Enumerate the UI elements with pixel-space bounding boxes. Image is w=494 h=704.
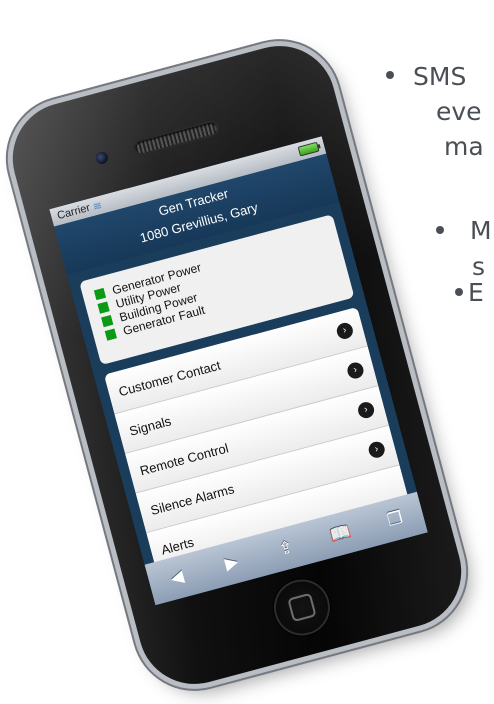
bookmarks-icon[interactable]: 📖 bbox=[324, 520, 358, 547]
bullet-1-line-3: ma bbox=[444, 132, 484, 161]
speaker-grille bbox=[134, 121, 219, 155]
back-arrow-icon[interactable]: ◀ bbox=[160, 564, 194, 591]
home-square-icon bbox=[287, 592, 317, 623]
status-led-icon bbox=[101, 314, 114, 328]
bullet-dot bbox=[436, 226, 444, 234]
forward-arrow-icon[interactable]: ▶ bbox=[215, 550, 249, 577]
bullet-dot bbox=[386, 71, 394, 79]
status-led-icon bbox=[104, 328, 117, 341]
bullet-2-line-2: s bbox=[472, 252, 486, 281]
chevron-right-icon: › bbox=[366, 439, 387, 460]
home-button[interactable] bbox=[267, 573, 337, 642]
chevron-right-icon: › bbox=[345, 360, 366, 381]
bullet-2-line-1: M bbox=[470, 216, 492, 245]
share-icon[interactable]: ⇪ bbox=[269, 535, 303, 562]
menu-item-label: Signals bbox=[127, 412, 173, 439]
bullet-dot bbox=[455, 288, 463, 296]
tabs-icon[interactable]: ❐ bbox=[378, 506, 412, 533]
wifi-icon: ≋ bbox=[91, 199, 104, 214]
battery-icon bbox=[297, 141, 320, 157]
chevron-right-icon: › bbox=[356, 400, 376, 420]
bullet-1-line-2: eve bbox=[436, 97, 482, 126]
chevron-right-icon: › bbox=[335, 321, 355, 341]
status-led-icon bbox=[97, 301, 110, 314]
status-led-icon bbox=[93, 287, 107, 301]
bullet-1-line-1: SMS bbox=[413, 62, 467, 91]
bullet-3-line-1: E bbox=[468, 278, 484, 307]
front-camera-icon bbox=[94, 150, 110, 166]
